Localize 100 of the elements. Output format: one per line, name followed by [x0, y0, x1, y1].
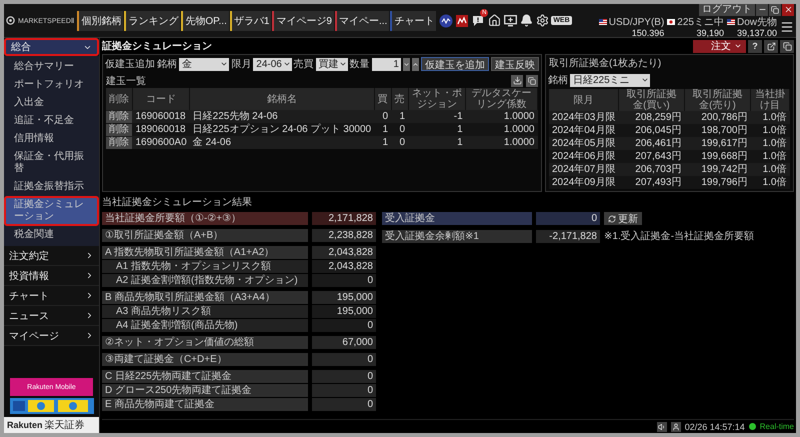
- form-button[interactable]: 建玉反映: [490, 57, 539, 71]
- table-cell: 日経225先物 24-06: [190, 110, 374, 123]
- delete-button[interactable]: 削除: [106, 124, 132, 136]
- column-header: 売: [391, 88, 408, 110]
- help-button[interactable]: ?: [748, 40, 762, 52]
- menu-item[interactable]: 投資情報: [4, 266, 99, 286]
- ticker-name: USD/JPY(B): [608, 16, 664, 28]
- table-cell: 2024年07月限: [549, 163, 618, 176]
- caret-icon: [220, 60, 228, 68]
- result-value: 2,043,828: [312, 246, 376, 259]
- submenu-item[interactable]: 入出金: [4, 94, 99, 112]
- brand-logo: Rakuten: [7, 420, 43, 430]
- speaker-button[interactable]: [656, 422, 667, 432]
- quantity-field[interactable]: 1: [372, 58, 401, 70]
- submenu-item[interactable]: 総合サマリー: [4, 58, 99, 76]
- speaker-icon: [658, 422, 666, 430]
- result-value: 0: [312, 319, 376, 332]
- table-cell: 1.0倍: [750, 163, 790, 176]
- column-header: 削除: [106, 88, 132, 110]
- table-cell: 1.0倍: [750, 111, 790, 124]
- page-title: 証拠金シミュレーション: [102, 40, 212, 53]
- table-cell: 199,742円: [684, 163, 750, 176]
- delete-button[interactable]: 削除: [106, 110, 132, 122]
- window-button[interactable]: [780, 40, 794, 52]
- tab[interactable]: マイページ9: [272, 10, 334, 30]
- spin-up-button[interactable]: [412, 58, 419, 70]
- table-cell: 207,493円: [618, 176, 684, 189]
- result-value: 195,000: [312, 291, 376, 304]
- restore-icon: [771, 6, 779, 14]
- ticker-name: 225ミニ中: [677, 16, 724, 28]
- menu-item[interactable]: チャート: [4, 286, 99, 306]
- result-value: 2,171,828: [312, 212, 376, 225]
- delete-button[interactable]: 削除: [106, 136, 132, 148]
- settings-icon[interactable]: [535, 13, 550, 28]
- menu-item[interactable]: 注文約定: [4, 246, 99, 266]
- tab[interactable]: ランキング: [124, 10, 180, 30]
- refresh-button[interactable]: 更新: [604, 212, 642, 225]
- submenu-item[interactable]: 保証金・代用振替: [4, 148, 99, 178]
- restore-button[interactable]: [769, 4, 781, 16]
- bell-icon[interactable]: [519, 13, 534, 28]
- user-button[interactable]: [670, 422, 681, 432]
- table-cell: 1.0000: [466, 110, 538, 123]
- submenu-item[interactable]: 信用情報: [4, 130, 99, 148]
- menu-label: 総合: [11, 41, 31, 54]
- column-header: コード: [132, 88, 190, 110]
- menu-label: 注文約定: [9, 250, 49, 262]
- result-value: 0: [312, 384, 376, 397]
- table-cell: 日経225オプション 24-06 プット 30000: [190, 123, 374, 136]
- column-header: デルタスケーリング係数: [466, 88, 538, 110]
- submenu-item[interactable]: 追証・不足金: [4, 112, 99, 130]
- caret-down-icon: [402, 60, 410, 68]
- menu-item[interactable]: マイページ: [4, 326, 99, 346]
- refresh-icon: [608, 214, 616, 222]
- close-button[interactable]: [782, 4, 794, 16]
- home-icon[interactable]: [487, 13, 502, 28]
- table-cell: 2024年03月限: [549, 111, 618, 124]
- menu-icon[interactable]: [780, 20, 794, 34]
- chevron-right-icon: [85, 251, 94, 260]
- monitor-icon[interactable]: [503, 13, 518, 28]
- dropdown[interactable]: 24-06: [253, 58, 292, 70]
- table-cell: -1: [408, 110, 466, 123]
- column-header: 当社掛け目: [750, 89, 790, 111]
- submenu-item[interactable]: ポートフォリオ: [4, 76, 99, 94]
- tab[interactable]: ザラバ1: [230, 10, 272, 30]
- result-label: ③両建て証拠金（C+D+E）: [102, 353, 308, 366]
- copy-icon: [528, 76, 536, 84]
- result-label: A2 証拠金割増額(指数先物・オプション): [102, 274, 308, 287]
- copy-button[interactable]: [526, 74, 538, 86]
- menu-item[interactable]: 総合: [4, 38, 99, 56]
- popout-button[interactable]: [764, 40, 778, 52]
- dropdown[interactable]: 日経225ミニ: [570, 74, 650, 86]
- dropdown[interactable]: 買建: [316, 58, 348, 70]
- form-label: 仮建玉追加: [105, 58, 155, 71]
- table-cell: 1.0倍: [750, 150, 790, 163]
- submenu-item[interactable]: 証拠金シミュレーション: [4, 196, 99, 226]
- dropdown[interactable]: 金: [179, 58, 230, 70]
- minimize-button[interactable]: [756, 4, 768, 16]
- wave-icon[interactable]: [439, 13, 454, 28]
- field-label: 銘柄: [157, 58, 177, 71]
- table-cell: 1.0倍: [750, 176, 790, 189]
- chart-icon[interactable]: [455, 13, 470, 28]
- caret-icon: [338, 60, 347, 68]
- table-cell: 金 24-06: [190, 136, 374, 149]
- table-cell: 199,796円: [684, 176, 750, 189]
- menu-item[interactable]: ニュース: [4, 306, 99, 326]
- submenu-item[interactable]: 税金関連: [4, 226, 99, 244]
- table-cell: 1: [408, 123, 466, 136]
- submenu-item[interactable]: 証拠金振替指示: [4, 178, 99, 196]
- download-button[interactable]: [511, 74, 523, 86]
- tab[interactable]: チャート: [390, 10, 436, 30]
- logout-button[interactable]: ログアウト: [699, 4, 755, 16]
- result-label: E 商品先物両建て証拠金: [102, 398, 308, 411]
- order-button[interactable]: 注文: [693, 40, 746, 52]
- tab[interactable]: 先物OP...: [181, 10, 229, 30]
- download-icon: [512, 76, 522, 85]
- spin-down-button[interactable]: [402, 58, 410, 70]
- form-button[interactable]: 仮建玉を追加: [420, 57, 489, 71]
- table-cell: 1: [374, 136, 392, 149]
- tab[interactable]: マイペー...: [334, 10, 390, 30]
- tab[interactable]: 個別銘柄: [77, 10, 124, 30]
